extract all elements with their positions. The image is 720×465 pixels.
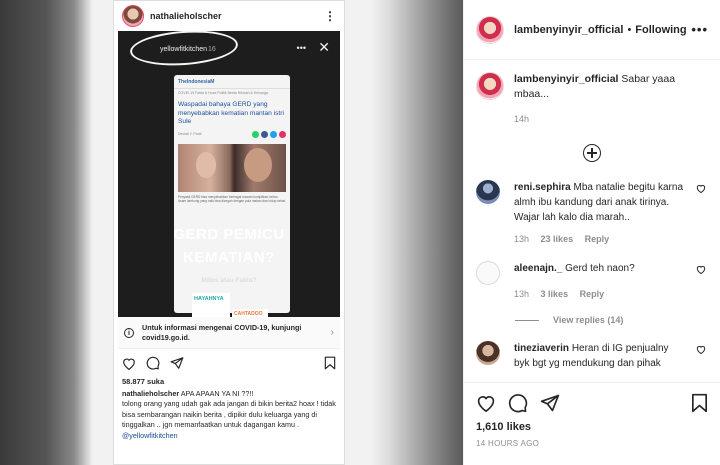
embedded-action-bar xyxy=(114,349,344,377)
avatar[interactable] xyxy=(476,180,500,205)
action-bar xyxy=(464,383,720,413)
bookmark-icon[interactable] xyxy=(324,356,336,370)
view-replies-button[interactable]: View replies (14) xyxy=(515,315,720,325)
heart-icon[interactable] xyxy=(696,345,706,355)
embedded-username[interactable]: nathalieholscher xyxy=(150,11,324,21)
facebook-icon xyxy=(261,130,268,138)
headline-line-1: GERD PEMICU xyxy=(173,226,285,243)
reply-button[interactable]: Reply xyxy=(585,234,610,244)
embedded-likes: 58.877 suka xyxy=(122,377,165,386)
comment-username[interactable]: aleenajn._ xyxy=(514,263,562,274)
heart-icon[interactable] xyxy=(476,394,496,412)
article-nav: TheIndonesiaM xyxy=(174,75,290,89)
article-site: TheIndonesiaM xyxy=(178,78,215,85)
more-options-icon[interactable]: ⋮ xyxy=(324,9,336,23)
bookmark-icon[interactable] xyxy=(691,393,708,413)
caption-body: tolong orang yang udah gak ada jangan di… xyxy=(122,399,336,430)
story-tag: HAYAHNYA xyxy=(192,293,230,317)
caption-username: nathalieholscher xyxy=(122,389,180,398)
close-icon: ✕ xyxy=(318,39,330,55)
article-photo xyxy=(178,143,286,192)
post-caption: lambenyinyir_official Sabar yaaa mbaa... xyxy=(464,60,720,102)
likes-count[interactable]: 1,610 likes xyxy=(464,413,720,433)
twitter-icon xyxy=(270,130,277,138)
divider xyxy=(515,319,539,321)
avatar[interactable] xyxy=(476,260,500,285)
covid-info-text: Untuk informasi mengenai COVID-19, kunju… xyxy=(142,322,302,342)
reply-button[interactable]: Reply xyxy=(580,289,605,299)
comments-panel: lambenyinyir_official • Following ••• la… xyxy=(463,0,720,465)
heart-icon[interactable] xyxy=(696,184,706,194)
comment-meta: 13h 23 likes Reply xyxy=(514,233,684,247)
caption-mention[interactable]: @yellowfitkitchen xyxy=(122,431,178,440)
header-username[interactable]: lambenyinyir_official xyxy=(514,24,623,36)
post-action-area: 1,610 likes 14 HOURS AGO xyxy=(464,382,720,465)
header-separator: • xyxy=(627,23,632,36)
caption-username[interactable]: lambenyinyir_official xyxy=(514,73,618,85)
article-title: Waspadai bahaya GERD yang menyebabkan ke… xyxy=(178,101,284,126)
comment-icon[interactable] xyxy=(508,393,528,413)
comment-body: aleenajn._ Gerd teh naon? 13h 3 likes Re… xyxy=(514,261,684,302)
embedded-post: nathalieholscher ⋮ yellowfitkitchen 16 •… xyxy=(113,0,345,465)
comment-time: 13h xyxy=(514,234,530,245)
comment-item: tineziaverin Heran di IG penjualny byk b… xyxy=(464,341,720,371)
comment-username[interactable]: tineziaverin xyxy=(514,343,569,354)
story-subheadline: Mitos atau Fakta? xyxy=(201,277,257,284)
info-icon: i xyxy=(124,327,134,338)
comment-item: aleenajn._ Gerd teh naon? 13h 3 likes Re… xyxy=(464,260,720,302)
comment-likes[interactable]: 3 likes xyxy=(541,289,569,299)
post-timestamp: 14 HOURS AGO xyxy=(476,439,540,448)
load-more-comments-icon[interactable] xyxy=(583,144,601,163)
story-more-icon: ••• xyxy=(296,43,306,53)
photo-face xyxy=(196,151,216,178)
comment-text: Gerd teh naon? xyxy=(565,262,635,274)
headline-line-2: KEMATIAN? xyxy=(183,249,275,267)
story-headline: GERD PEMICU KEMATIAN? xyxy=(118,223,340,270)
embedded-caption: nathalieholscher APA APAAN YA NI ??!! to… xyxy=(114,386,344,441)
comment-body: reni.sephira Mba natalie begitu karna al… xyxy=(514,180,684,247)
story-image: yellowfitkitchen 16 ••• ✕ TheIndonesiaM … xyxy=(118,31,340,317)
embedded-post-header: nathalieholscher ⋮ xyxy=(114,1,344,31)
caption-first-line: APA APAAN YA NI ??!! xyxy=(180,389,254,398)
panel-header: lambenyinyir_official • Following ••• xyxy=(464,0,720,60)
following-button[interactable]: Following xyxy=(635,24,691,36)
share-icon[interactable] xyxy=(540,393,560,413)
comment-meta: 13h 3 likes Reply xyxy=(514,288,684,302)
highlight-circle xyxy=(128,31,240,69)
comment-likes[interactable]: 23 likes xyxy=(541,234,574,244)
whatsapp-icon xyxy=(252,130,259,138)
comment-username[interactable]: reni.sephira xyxy=(514,182,571,193)
article-author: Deviati Y. Panti xyxy=(178,132,202,137)
article-body: Penyakit GERD bisa menyebabkan berbagai … xyxy=(178,194,286,204)
avatar[interactable] xyxy=(122,5,144,27)
comment-body: tineziaverin Heran di IG penjualny byk b… xyxy=(514,341,684,371)
covid-info-banner[interactable]: i Untuk informasi mengenai COVID-19, kun… xyxy=(118,317,340,349)
caption-time: 14h xyxy=(514,114,530,125)
article-meta: Deviati Y. Panti xyxy=(174,129,290,140)
avatar[interactable] xyxy=(476,72,504,100)
share-icon[interactable] xyxy=(170,356,184,370)
photo-face xyxy=(244,147,272,182)
chevron-right-icon: › xyxy=(330,327,334,338)
avatar[interactable] xyxy=(476,341,500,366)
article-tabs: COVID-19 Fakta & Hoax Politik Berita Hik… xyxy=(178,91,268,95)
heart-icon[interactable] xyxy=(122,357,136,370)
comment-time: 13h xyxy=(514,288,530,299)
comment-item: reni.sephira Mba natalie begitu karna al… xyxy=(464,180,720,247)
heart-icon[interactable] xyxy=(696,265,706,274)
more-options-icon[interactable]: ••• xyxy=(691,22,708,37)
comment-icon[interactable] xyxy=(146,356,160,370)
link-icon xyxy=(279,130,286,138)
caption-text: lambenyinyir_official Sabar yaaa mbaa... xyxy=(514,72,708,102)
view-replies-label: View replies (14) xyxy=(553,315,624,326)
avatar[interactable] xyxy=(476,15,504,44)
story-tag: CAHTADOO xyxy=(232,309,268,317)
